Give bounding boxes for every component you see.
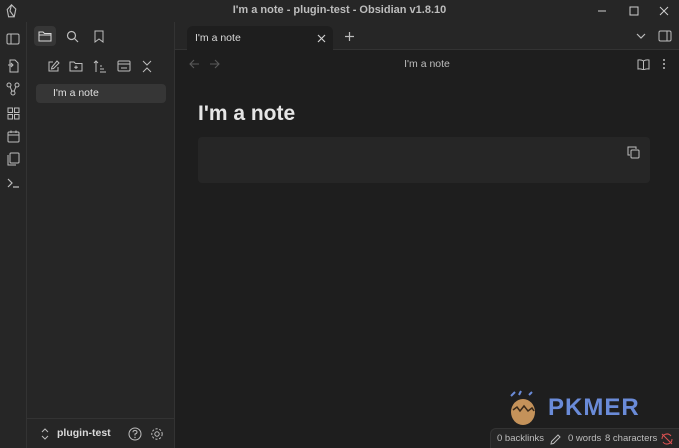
graph-view-icon[interactable] [4,80,22,98]
sidebar-tab-bar [27,22,175,50]
tab-im-a-note[interactable]: I'm a note [187,26,333,50]
command-palette-icon[interactable] [4,174,22,192]
sort-icon[interactable] [90,56,110,76]
view-title[interactable]: I'm a note [175,58,679,70]
vault-name[interactable]: plugin-test [57,427,111,439]
new-tab-plus-icon[interactable] [341,28,357,44]
reading-view-book-icon[interactable] [635,56,651,72]
search-icon[interactable] [61,26,83,46]
status-word-count: 0 words [568,433,602,444]
daily-note-icon[interactable] [4,127,22,145]
code-block[interactable] [198,137,650,183]
canvas-icon[interactable] [4,104,22,122]
collapse-all-icon[interactable] [137,56,157,76]
bookmarks-icon[interactable] [88,26,110,46]
maximize-icon[interactable] [618,0,650,22]
left-sidebar: I'm a note plugin-test [27,22,175,448]
window-title: I'm a note - plugin-test - Obsidian v1.8… [232,4,447,16]
tab-header: I'm a note [175,22,679,50]
watermark-text: PKMER [548,394,640,421]
ribbon [0,22,27,448]
status-character-count: 8 characters [605,433,658,444]
file-item-label: I'm a note [53,87,99,99]
status-bar: 0 backlinks 0 words 8 characters [490,428,679,448]
pkmer-watermark: PKMER [505,390,665,426]
vault-switcher-chevron-icon[interactable] [39,427,51,441]
status-backlinks[interactable]: 0 backlinks [497,433,544,444]
new-note-icon[interactable] [43,56,63,76]
files-icon[interactable] [34,26,56,46]
vault-profile-bar: plugin-test [27,418,175,448]
tab-title: I'm a note [195,32,241,44]
copy-icon[interactable] [625,144,641,160]
pkmer-egg-logo-icon [510,390,535,425]
settings-gear-icon[interactable] [148,425,166,443]
note-inline-title[interactable]: I'm a note [198,102,295,126]
file-item-im-a-note[interactable]: I'm a note [36,84,166,103]
sidebar-toggle-icon[interactable] [4,30,22,48]
new-folder-icon[interactable] [66,56,86,76]
file-explorer-actions [27,54,175,78]
right-sidebar-toggle-icon[interactable] [657,28,673,44]
more-options-icon[interactable] [656,56,672,72]
help-icon[interactable] [126,425,144,443]
close-tab-icon[interactable] [313,30,329,46]
minimize-icon[interactable] [586,0,618,22]
auto-reveal-icon[interactable] [114,56,134,76]
tab-list-chevron-down-icon[interactable] [633,28,649,44]
title-bar: I'm a note - plugin-test - Obsidian v1.8… [0,0,679,22]
close-window-icon[interactable] [648,0,679,22]
editing-mode-pencil-icon[interactable] [548,432,562,446]
templates-icon[interactable] [4,150,22,168]
open-quick-switcher-icon[interactable] [4,57,22,75]
sync-status-icon[interactable] [660,432,674,446]
view-header: I'm a note [175,50,679,78]
